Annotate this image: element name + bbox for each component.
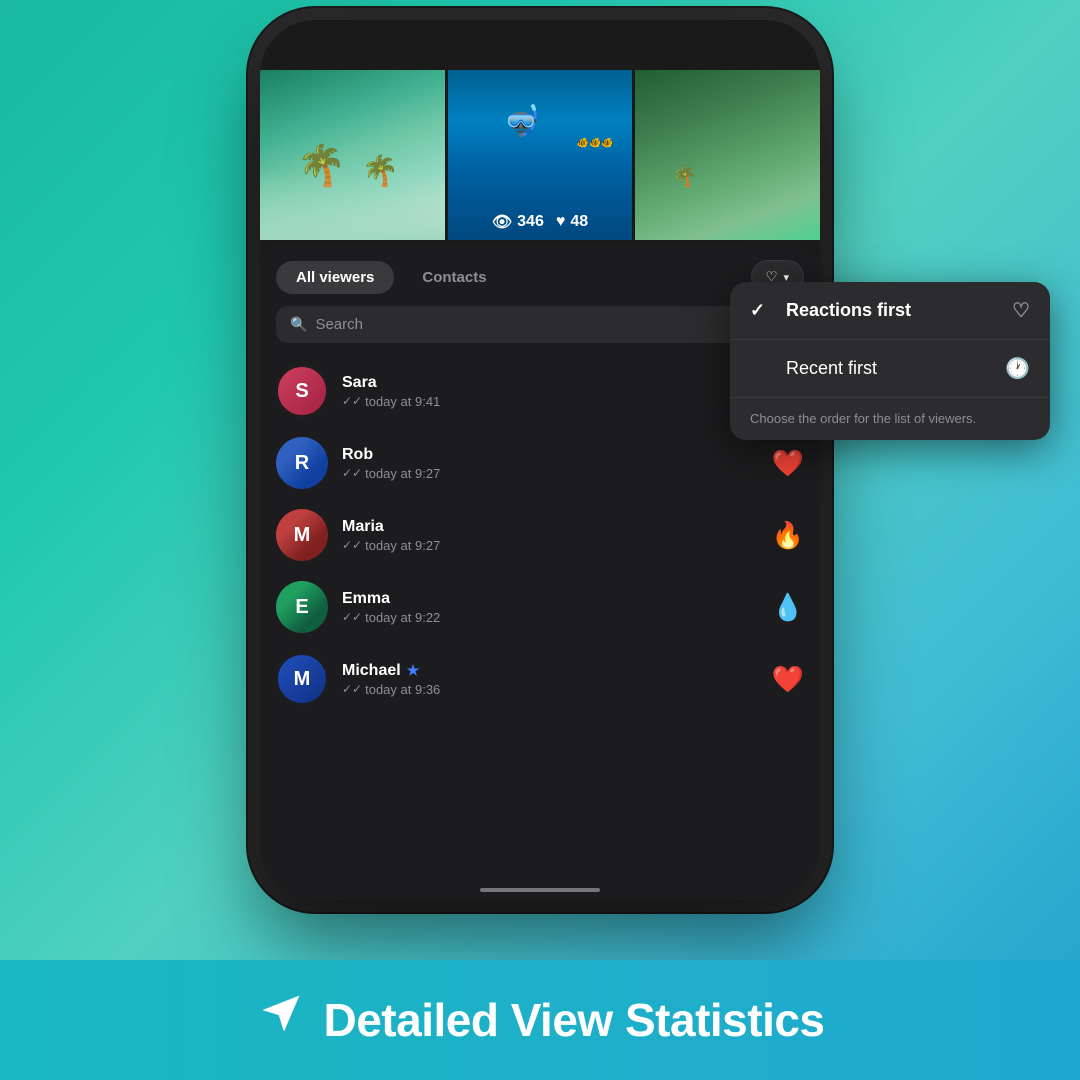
viewer-item-emma[interactable]: E Emma ✓✓ today at 9:22 💧 bbox=[260, 571, 820, 643]
avatar-maria: M bbox=[276, 509, 328, 561]
reactions-heart-icon: ♡ bbox=[1012, 298, 1030, 323]
reaction-michael: ❤️ bbox=[772, 664, 804, 695]
viewer-time-michael: ✓✓ today at 9:36 bbox=[342, 682, 758, 697]
viewer-time-maria: ✓✓ today at 9:27 bbox=[342, 538, 758, 553]
likes-count: 48 bbox=[570, 213, 588, 231]
sort-dropdown: ✓ Reactions first ♡ Recent first 🕐 Choos… bbox=[730, 282, 1050, 440]
viewer-name-emma: Emma bbox=[342, 590, 758, 608]
image-beach: 🌴 🌴 bbox=[260, 70, 445, 240]
eye-icon: 👁 bbox=[492, 212, 512, 232]
clock-icon: 🕐 bbox=[1005, 356, 1030, 381]
viewer-info-maria: Maria ✓✓ today at 9:27 bbox=[342, 518, 758, 553]
image-ocean: 🤿 🐠🐠🐠 👁 346 ♥ 48 bbox=[448, 70, 633, 240]
viewer-time-emma: ✓✓ today at 9:22 bbox=[342, 610, 758, 625]
tab-all-viewers[interactable]: All viewers bbox=[276, 261, 394, 294]
viewer-info-rob: Rob ✓✓ today at 9:27 bbox=[342, 446, 758, 481]
views-stat: 👁 346 bbox=[492, 212, 544, 232]
avatar-emma: E bbox=[276, 581, 328, 633]
dropdown-reactions-first[interactable]: ✓ Reactions first ♡ bbox=[730, 282, 1050, 340]
search-bar[interactable]: 🔍 Search bbox=[276, 306, 804, 343]
reaction-rob: ❤️ bbox=[772, 448, 804, 479]
reaction-emma: 💧 bbox=[772, 592, 804, 623]
home-indicator bbox=[480, 888, 600, 892]
viewer-info-michael: Michael ★ ✓✓ today at 9:36 bbox=[342, 662, 758, 697]
search-placeholder: Search bbox=[315, 316, 363, 333]
recent-first-label: Recent first bbox=[786, 358, 877, 379]
images-row: 🌴 🌴 🤿 🐠🐠🐠 👁 346 ♥ 48 🌴 bbox=[260, 20, 820, 240]
search-icon: 🔍 bbox=[290, 316, 307, 333]
reaction-maria: 🔥 bbox=[772, 520, 804, 551]
viewer-name-maria: Maria bbox=[342, 518, 758, 536]
likes-stat: ♥ 48 bbox=[556, 213, 588, 231]
viewer-item-michael[interactable]: M Michael ★ ✓✓ today at 9:36 ❤️ bbox=[260, 643, 820, 715]
dropdown-recent-first[interactable]: Recent first 🕐 bbox=[730, 340, 1050, 397]
heart-icon: ♥ bbox=[556, 213, 566, 231]
checkmark-icon: ✓ bbox=[750, 300, 774, 321]
premium-star-icon: ★ bbox=[407, 662, 420, 679]
avatar-michael: M bbox=[276, 653, 328, 705]
dropdown-tip: Choose the order for the list of viewers… bbox=[730, 397, 1050, 440]
reactions-first-label: Reactions first bbox=[786, 300, 911, 321]
viewer-name-rob: Rob bbox=[342, 446, 758, 464]
telegram-icon bbox=[255, 988, 307, 1053]
viewer-item-rob[interactable]: R Rob ✓✓ today at 9:27 ❤️ bbox=[260, 427, 820, 499]
image-island: 🌴 bbox=[635, 70, 820, 240]
image-stats: 👁 346 ♥ 48 bbox=[492, 212, 588, 232]
tab-contacts[interactable]: Contacts bbox=[402, 261, 506, 294]
views-count: 346 bbox=[517, 213, 544, 231]
viewer-item-maria[interactable]: M Maria ✓✓ today at 9:27 🔥 bbox=[260, 499, 820, 571]
dropdown-tip-text: Choose the order for the list of viewers… bbox=[750, 411, 976, 426]
phone-frame: 🌴 🌴 🤿 🐠🐠🐠 👁 346 ♥ 48 🌴 bbox=[260, 20, 820, 900]
avatar-rob: R bbox=[276, 437, 328, 489]
viewer-name-michael: Michael ★ bbox=[342, 662, 758, 680]
caption-title: Detailed View Statistics bbox=[323, 993, 824, 1047]
bottom-caption: Detailed View Statistics bbox=[0, 960, 1080, 1080]
viewer-info-emma: Emma ✓✓ today at 9:22 bbox=[342, 590, 758, 625]
viewer-time-rob: ✓✓ today at 9:27 bbox=[342, 466, 758, 481]
avatar-sara: S bbox=[276, 365, 328, 417]
